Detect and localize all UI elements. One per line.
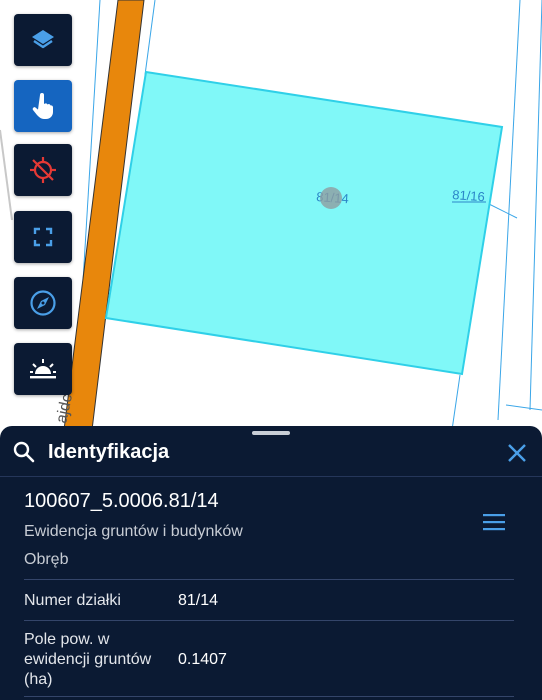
map-view[interactable]: 81/14 81/16 ajdc — [0, 0, 542, 440]
category-label: Obręb — [24, 551, 69, 568]
map-canvas[interactable]: 81/14 81/16 ajdc — [0, 0, 542, 440]
attribute-label: Pole pow. w ewidencji gruntów (ha) — [24, 631, 152, 688]
location-marker — [320, 187, 342, 209]
compass-icon — [30, 290, 56, 316]
compass-button[interactable] — [14, 277, 72, 329]
search-icon — [13, 441, 35, 463]
attribute-label: Numer działki — [24, 592, 121, 609]
layers-icon — [32, 30, 54, 49]
menu-icon[interactable] — [482, 512, 506, 532]
gps-location-button[interactable] — [14, 144, 72, 196]
divider — [24, 696, 514, 697]
layers-button[interactable] — [14, 14, 72, 66]
drag-handle[interactable] — [252, 431, 290, 435]
divider — [0, 476, 542, 477]
attribute-value: 81/14 — [178, 592, 219, 609]
fullscreen-button[interactable] — [14, 211, 72, 263]
daylight-button[interactable] — [14, 343, 72, 395]
fullscreen-icon — [33, 227, 53, 247]
divider — [24, 579, 514, 580]
identify-button[interactable] — [14, 80, 72, 132]
identify-panel: Identyfikacja 100607_5.0006.81/14 Ewiden… — [0, 426, 542, 700]
panel-title: Identyfikacja — [48, 441, 170, 463]
parcel-id: 100607_5.0006.81/14 — [24, 490, 219, 512]
panel-header: Identyfikacja — [0, 440, 542, 480]
tap-hand-icon — [32, 93, 53, 119]
sunrise-icon — [30, 359, 56, 379]
close-icon[interactable] — [506, 442, 528, 464]
attribute-value: 0.1407 — [178, 651, 227, 668]
layer-name: Ewidencja gruntów i budynków — [24, 523, 243, 540]
divider — [24, 620, 514, 621]
gps-off-icon — [30, 157, 56, 183]
